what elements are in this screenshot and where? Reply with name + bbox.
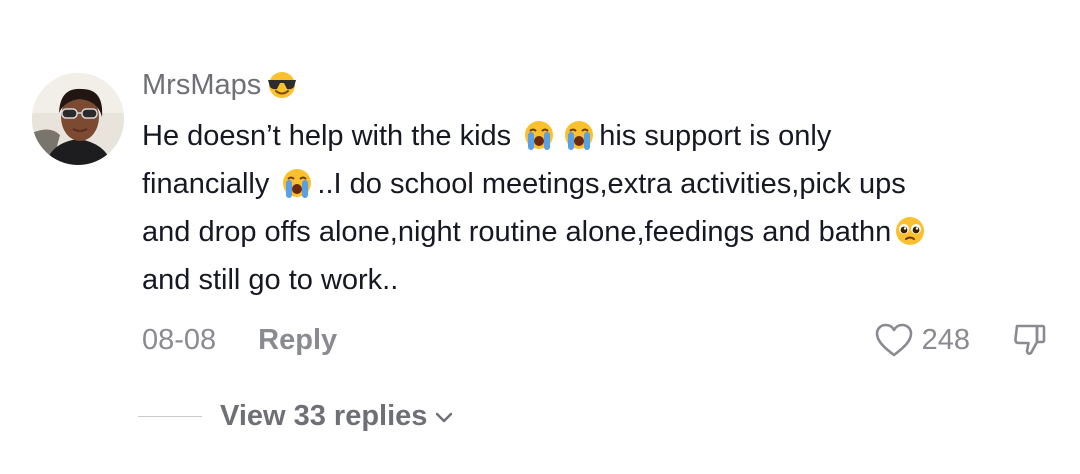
comment-line: and still go to work.. [142, 256, 1042, 304]
text-segment: and drop offs alone,night routine alone,… [142, 216, 892, 248]
replies-divider [138, 415, 202, 417]
loudly-crying-face-emoji [521, 117, 557, 153]
view-replies-label[interactable]: View 33 replies [220, 400, 427, 433]
dislike-button[interactable] [1010, 320, 1050, 360]
loudly-crying-face-emoji [279, 165, 315, 201]
loudly-crying-face-emoji [561, 117, 597, 153]
avatar-photo [32, 73, 124, 165]
comment-item: MrsMaps He doesn’t help with the kids hi… [0, 0, 1080, 474]
smiling-face-with-sunglasses-emoji [264, 70, 300, 100]
comment-date: 08-08 [142, 323, 217, 356]
thumbs-down-icon[interactable] [1010, 320, 1050, 360]
replies-row: View 33 replies [138, 394, 455, 438]
text-segment: He doesn’t help with the kids [142, 120, 520, 152]
like-count: 248 [921, 323, 970, 356]
comment-actions: 08-08 Reply 248 [142, 318, 1050, 362]
reply-button[interactable]: Reply [258, 324, 337, 357]
comment-text: He doesn’t help with the kids his suppor… [142, 112, 1042, 304]
text-segment: ..I do school meetings,extra activities,… [317, 168, 906, 200]
username-row[interactable]: MrsMaps [142, 66, 300, 104]
text-segment: financially [142, 168, 278, 200]
comment-line: financially ..I do school meetings,extra… [142, 160, 1042, 208]
comment-line: and drop offs alone,night routine alone,… [142, 208, 1042, 256]
text-segment: his support is only [599, 120, 832, 152]
chevron-down-icon[interactable] [433, 400, 455, 433]
heart-icon[interactable] [874, 322, 914, 358]
pleading-face-emoji [893, 214, 927, 248]
text-segment: and still go to work.. [142, 264, 399, 296]
username[interactable]: MrsMaps [142, 66, 261, 104]
view-replies-button[interactable]: View 33 replies [220, 400, 455, 433]
comment-line: He doesn’t help with the kids his suppor… [142, 112, 1042, 160]
like-button[interactable]: 248 [874, 322, 970, 358]
avatar[interactable] [32, 73, 124, 165]
